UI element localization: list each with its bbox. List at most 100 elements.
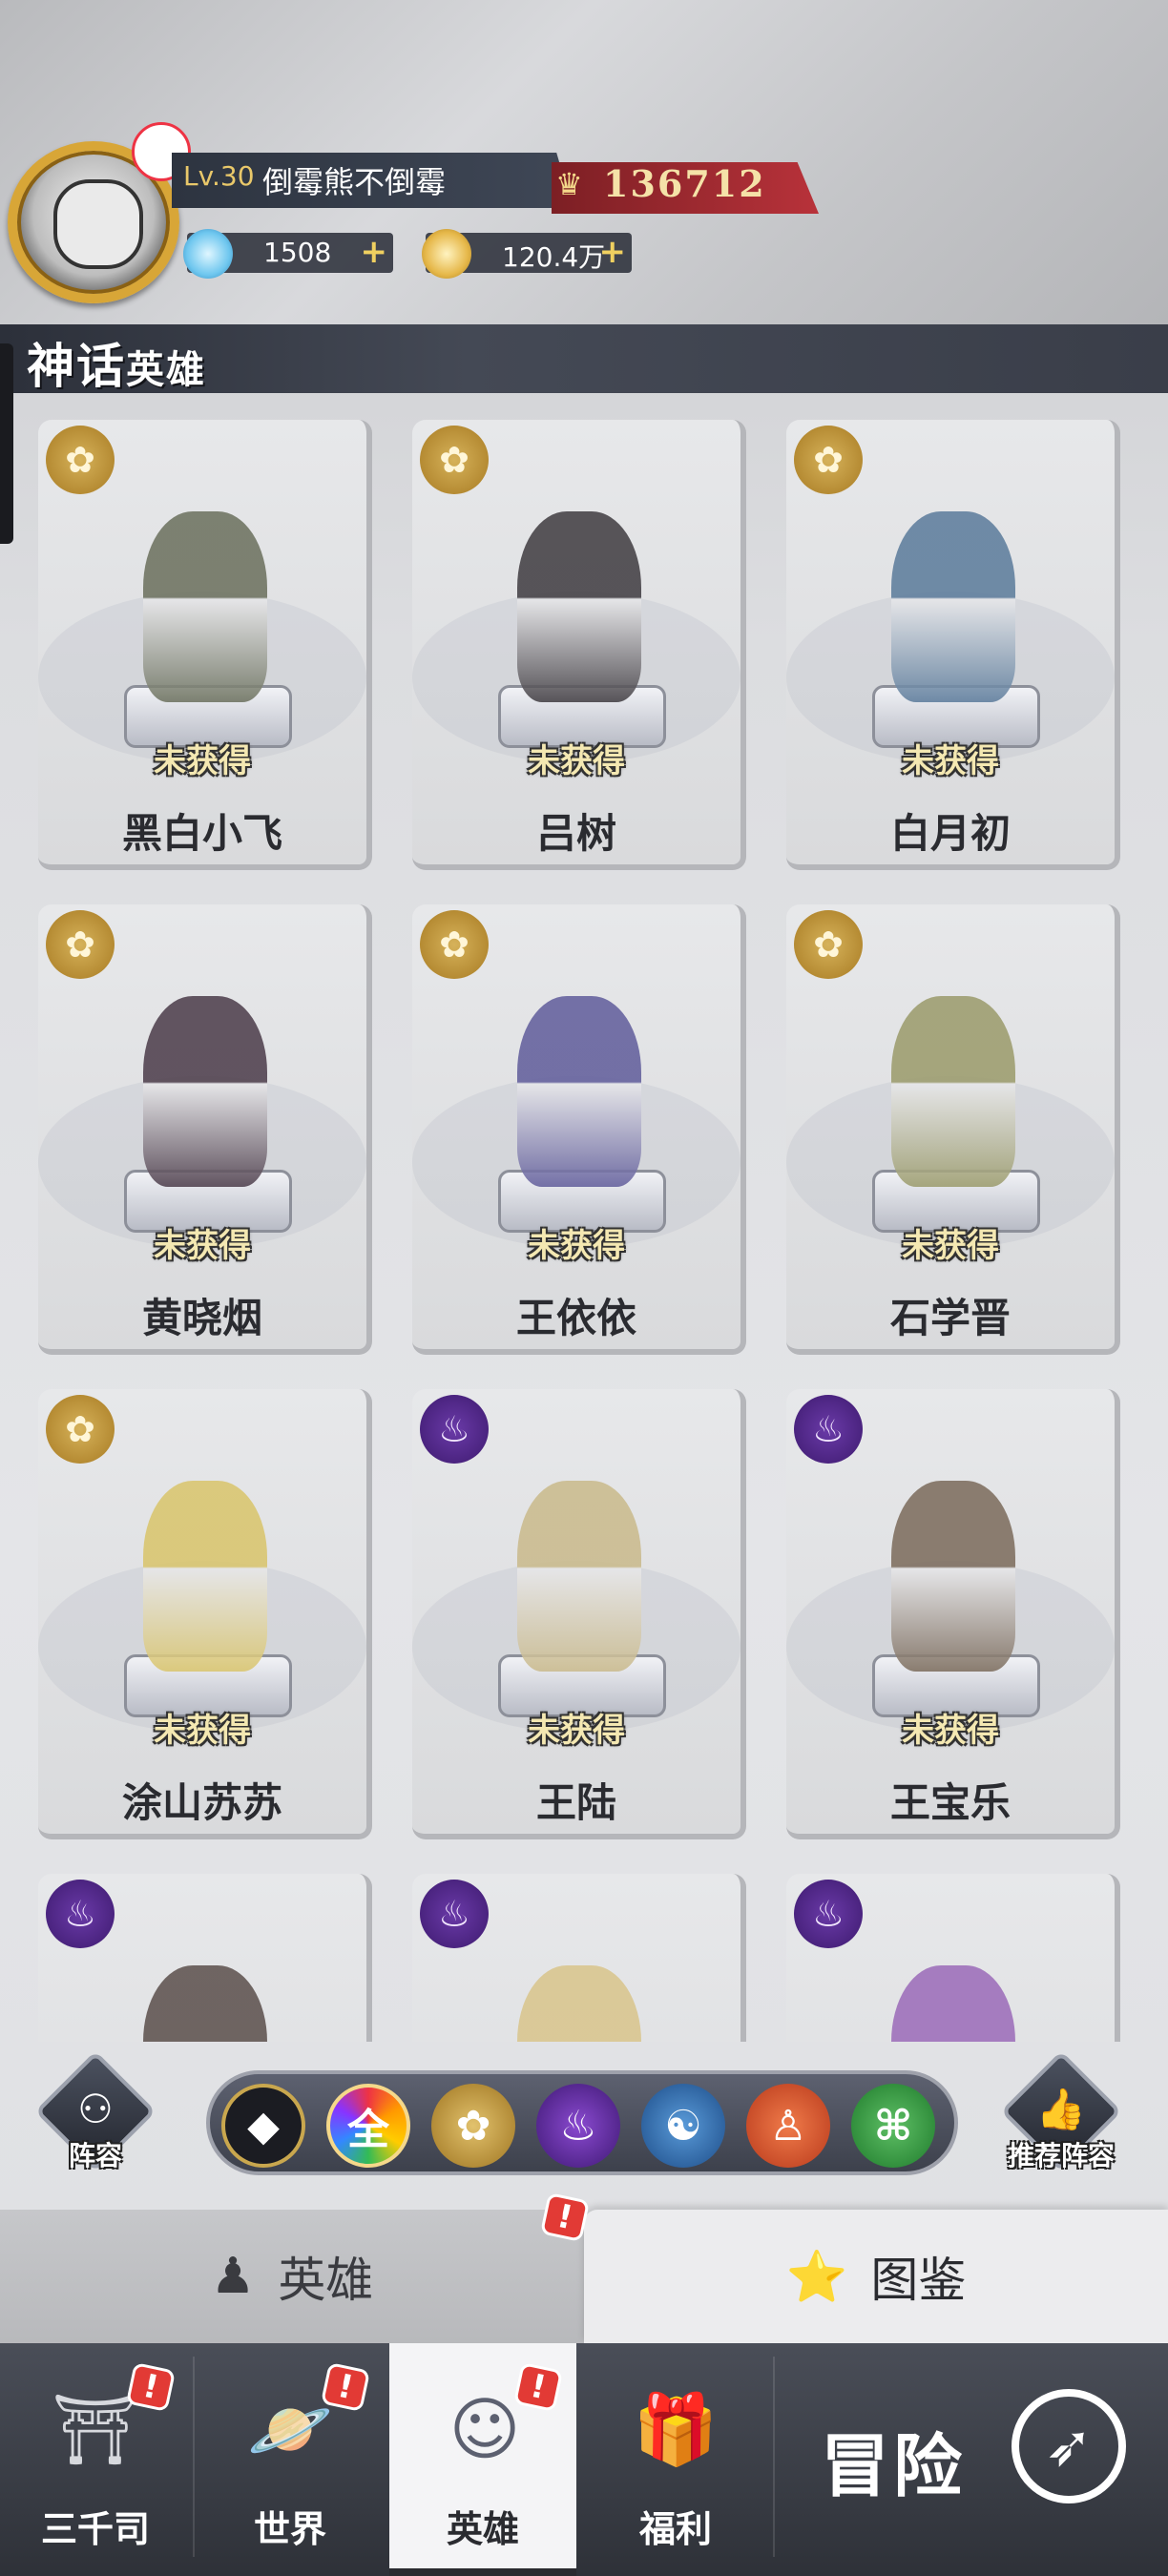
hero-sprite [891,1481,1015,1672]
lineup-button[interactable]: ⚇ 阵容 [34,2050,162,2185]
hero-silhouette-icon: ♟ [210,2248,256,2305]
nav-active-indicator [389,2568,576,2576]
filter-dna-icon[interactable]: ⌘ [851,2084,935,2168]
section-title-sub: 英雄 [126,348,206,392]
hero-card[interactable]: ♨ 未获得王宝乐 [786,1389,1120,1839]
hero-card[interactable]: ♨ [786,1874,1120,2042]
nav-adventure-label: 冒险 [821,2426,967,2506]
hero-name: 黑白小飞 [121,810,282,857]
hero-sprite [143,511,267,702]
hero-alert-icon: ! [512,2361,564,2413]
hero-sprite [517,1481,641,1672]
hero-name: 涂山苏苏 [121,1779,282,1826]
gold-counter[interactable]: 120.4万 + [422,229,632,279]
hero-status: 未获得 [902,1227,999,1265]
lineup-network-icon: ⚇ [77,2086,114,2132]
hero-grid: ✿ 未获得 黑白小飞 ✿ 未获得 吕树 ✿ 未获得 白月初 ✿ 未获得 黄晓烟 ✿ 未获得 王依依 ✿ 未获得石… [0,420,1168,2042]
codex-alert-icon: ! [539,2192,591,2243]
flame-icon: ♨ [46,1880,115,1948]
lineup-label: 阵容 [68,2140,122,2171]
world-alert-icon: ! [320,2361,371,2413]
filter-flame-icon[interactable]: ♨ [536,2084,620,2168]
hero-status: 未获得 [154,1227,251,1265]
gem-counter[interactable]: 1508 + [183,229,393,279]
recommend-lineup-label: 推荐阵容 [1007,2140,1115,2171]
hero-name: 王依依 [515,1295,636,1341]
filter-diamond-icon[interactable]: ◆ [221,2084,305,2168]
tab-codex-label: 图鉴 [870,2253,967,2308]
hero-name: 吕树 [535,810,616,857]
combat-power: 136712 [603,162,766,205]
hero-status: 未获得 [528,1712,625,1750]
hero-sprite [517,1965,641,2042]
hero-status: 未获得 [902,742,999,780]
nav-divider [773,2357,775,2557]
gem-amount: 1508 [263,237,332,268]
avatar-face [53,179,143,269]
hero-status: 未获得 [154,742,251,780]
hero-card[interactable]: ♨ [412,1874,746,2042]
lotus-icon: ✿ [46,1395,115,1464]
hero-status: 未获得 [528,1227,625,1265]
lotus-icon: ✿ [794,426,863,494]
hero-card[interactable]: ✿ 未获得 吕树 [412,420,746,870]
codex-star-icon: ⭐ [785,2248,848,2306]
hero-card[interactable]: ✿ 未获得王依依 [412,904,746,1355]
hero-name: 白月初 [889,810,1011,857]
hero-sprite [143,1965,267,2042]
filter-all-icon[interactable]: 全 [326,2084,410,2168]
filter-yin-yang-icon[interactable]: ☯ [641,2084,725,2168]
hero-sprite [891,996,1015,1187]
hero-name: 王陆 [535,1779,616,1826]
nav-sanqiansi-label: 三千司 [40,2508,150,2550]
nav-welfare[interactable]: 🎁 福利 [580,2343,771,2576]
player-level: Lv.30 [183,160,255,192]
hero-card[interactable]: ✿ 未获得黄晓烟 [38,904,372,1355]
hero-name: 王宝乐 [889,1779,1011,1826]
lotus-icon: ✿ [794,910,863,979]
add-gems-icon[interactable]: + [361,233,388,271]
player-name: 倒霉熊不倒霉 [262,164,447,200]
filter-lotus-icon[interactable]: ✿ [431,2084,515,2168]
sanqiansi-alert-icon: ! [125,2361,177,2413]
nav-hero-label: 英雄 [446,2508,519,2550]
hero-name: 石学晋 [889,1295,1011,1341]
hero-card[interactable]: ♨ 未获得王陆 [412,1389,746,1839]
nav-welfare-label: 福利 [638,2508,712,2550]
nav-adventure[interactable]: 冒险 ➶ [792,2343,1168,2576]
flame-icon: ♨ [420,1395,489,1464]
tab-codex[interactable]: ⭐ 图鉴 [584,2210,1168,2343]
flame-icon: ♨ [420,1880,489,1948]
tab-heroes[interactable]: ♟ 英雄 [0,2210,584,2343]
gold-coin-icon [422,229,471,279]
flame-icon: ♨ [794,1395,863,1464]
hero-sprite [143,996,267,1187]
add-gold-icon[interactable]: + [599,233,627,271]
compass-icon: ➶ [1012,2389,1126,2503]
hero-sprite [891,1965,1015,2042]
gold-amount: 120.4万 [502,241,606,273]
hero-card[interactable]: ✿ 未获得石学晋 [786,904,1120,1355]
hero-card[interactable]: ✿ 未获得白月初 [786,420,1120,870]
gift-box-icon: 🎁 [633,2388,719,2469]
lotus-icon: ✿ [420,426,489,494]
player-avatar[interactable] [8,122,191,303]
recommend-lineup-button[interactable]: 👍 推荐阵容 [1000,2050,1128,2185]
section-title-main: 神话 [27,339,126,394]
lotus-icon: ✿ [420,910,489,979]
hero-sprite [517,996,641,1187]
hero-status: 未获得 [902,1712,999,1750]
flame-icon: ♨ [794,1880,863,1948]
faction-filter-bar: ◆ 全 ✿ ♨ ☯ ♙ ⌘ [206,2070,958,2175]
section-title: 神话英雄 [27,328,206,397]
lotus-icon: ✿ [46,910,115,979]
nav-world-label: 世界 [253,2508,326,2550]
lotus-icon: ✿ [46,426,115,494]
filter-meditation-icon[interactable]: ♙ [746,2084,830,2168]
hero-card[interactable]: ♨ [38,1874,372,2042]
hero-name: 黄晓烟 [141,1295,262,1341]
hero-card[interactable]: ✿ 未获得 涂山苏苏 [38,1389,372,1839]
power-crest-icon: ♛ [555,166,583,202]
tab-heroes-label: 英雄 [278,2253,374,2308]
hero-card[interactable]: ✿ 未获得黑白小飞 [38,420,372,870]
